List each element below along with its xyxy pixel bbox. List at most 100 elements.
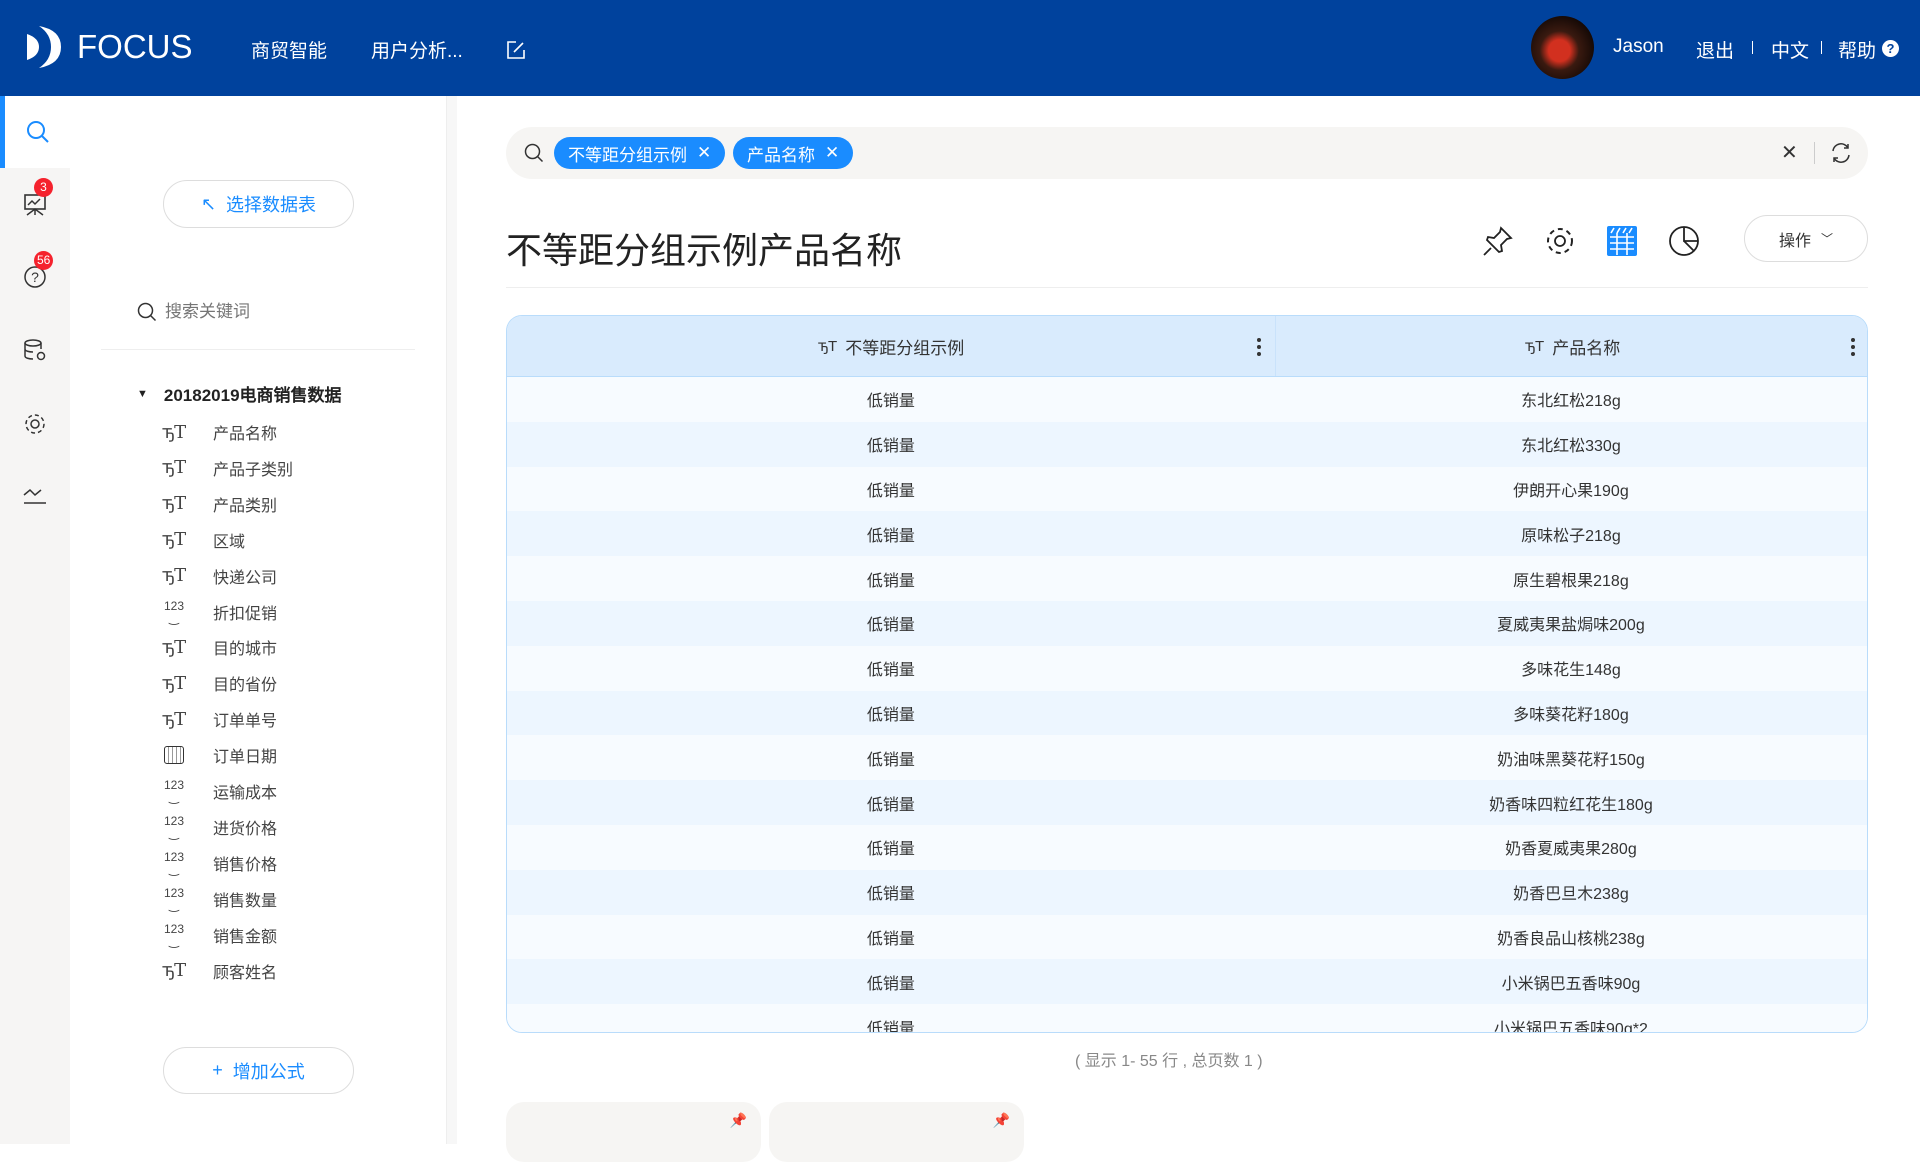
dataset-name: 20182019电商销售数据 xyxy=(163,386,342,405)
rail-settings[interactable] xyxy=(0,388,70,460)
field-name: 折扣促销 xyxy=(213,605,278,623)
field-item[interactable]: ꚋT 顾客姓名 xyxy=(162,953,277,989)
pie-chart-icon[interactable] xyxy=(1668,225,1700,257)
actions-dropdown[interactable]: 操作 ﹀ xyxy=(1744,215,1868,262)
keyword-search[interactable] xyxy=(137,302,365,322)
clear-search-icon[interactable]: ✕ xyxy=(1781,140,1798,165)
pinned-card[interactable]: 📌 xyxy=(769,1102,1024,1162)
table-view-icon[interactable] xyxy=(1606,225,1638,257)
table-cell: 奶香巴旦木238g xyxy=(1513,886,1629,904)
refresh-icon[interactable] xyxy=(1829,141,1853,165)
field-item[interactable]: ꚋT 区域 xyxy=(161,522,245,558)
rail-help[interactable]: ? 56 xyxy=(0,241,70,313)
pin-icon[interactable]: 📌 xyxy=(730,1112,747,1129)
field-item[interactable]: 123 ‿ 运输成本 xyxy=(163,773,277,809)
table-row[interactable]: 低销量 奶油味黑葵花籽150g xyxy=(507,735,1867,781)
table-row[interactable]: 低销量 东北红松330g xyxy=(507,421,1867,467)
pin-icon[interactable]: 📌 xyxy=(993,1112,1010,1129)
field-item[interactable]: 123 ‿ 销售价格 xyxy=(163,845,277,881)
logout-link[interactable]: 退出 xyxy=(1696,36,1734,63)
settings-icon[interactable] xyxy=(1544,225,1576,257)
field-item[interactable]: 123 ‿ 销售金额 xyxy=(163,917,277,953)
username[interactable]: Jason xyxy=(1613,36,1664,58)
focus-logo[interactable] xyxy=(25,24,63,70)
field-item[interactable]: ꚋT 产品子类别 xyxy=(162,450,293,486)
table-row[interactable]: 低销量 多味葵花籽180g xyxy=(507,690,1867,736)
rail-data-sources[interactable] xyxy=(0,314,70,386)
table-row[interactable]: 低销量 小米锅巴五香味90g*2 xyxy=(507,1004,1867,1033)
column-menu-icon[interactable] xyxy=(1257,338,1261,356)
field-item[interactable]: ꚋT 目的城市 xyxy=(162,629,278,665)
field-item[interactable]: ꚋT 快递公司 xyxy=(162,558,277,594)
text-type-icon: ꚋT xyxy=(161,672,187,694)
table-row[interactable]: 低销量 奶香夏威夷果280g xyxy=(507,824,1867,870)
tag-label: 不等距分组示例 xyxy=(568,145,687,165)
text-type-icon: ꚋT xyxy=(161,708,187,730)
field-name: 订单日期 xyxy=(213,749,278,767)
avatar[interactable] xyxy=(1531,16,1594,79)
search-tag[interactable]: 不等距分组示例 ✕ xyxy=(554,137,726,169)
search-icon xyxy=(524,143,544,163)
number-type-icon: 123 ‿ xyxy=(163,849,185,876)
help-icon[interactable]: ? xyxy=(1882,40,1899,57)
table-row[interactable]: 低销量 原生碧根果218g xyxy=(507,556,1867,601)
remove-tag-icon[interactable]: ✕ xyxy=(697,143,711,163)
rail-analytics[interactable] xyxy=(0,460,70,532)
panel-splitter[interactable] xyxy=(447,96,457,1144)
table-row[interactable]: 低销量 奶香味四粒红花生180g xyxy=(507,780,1867,825)
table-row[interactable]: 低销量 奶香良品山核桃238g xyxy=(507,914,1867,960)
table-row[interactable]: 低销量 夏威夷果盐焗味200g xyxy=(507,600,1867,646)
field-item[interactable]: 123 ‿ 销售数量 xyxy=(163,881,277,917)
field-item[interactable]: ꚋT 产品名称 xyxy=(162,414,278,450)
nav-user-analysis[interactable]: 用户分析... xyxy=(371,36,463,63)
pin-icon[interactable] xyxy=(1482,225,1514,257)
divider xyxy=(101,349,415,350)
field-item[interactable]: 123 ‿ 折扣促销 xyxy=(163,594,277,630)
chevron-down-icon: ﹀ xyxy=(1821,232,1834,246)
keyword-search-input[interactable] xyxy=(165,302,365,322)
field-item[interactable]: 123 ‿ 进货价格 xyxy=(163,809,277,845)
search-bar[interactable]: 不等距分组示例 ✕ 产品名称 ✕ ✕ xyxy=(506,127,1868,179)
table-cell: 低销量 xyxy=(866,617,915,635)
add-formula-label: 增加公式 xyxy=(232,1061,305,1082)
pagination-info: ( 显示 1- 55 行 , 总页数 1 ) xyxy=(1075,1053,1263,1070)
table-row[interactable]: 低销量 小米锅巴五香味90g xyxy=(507,959,1867,1005)
text-type-icon: ꚋT xyxy=(161,529,187,551)
search-tag[interactable]: 产品名称 ✕ xyxy=(733,137,854,169)
field-item[interactable]: ꚋT 目的省份 xyxy=(161,665,277,701)
help-link[interactable]: 帮助 xyxy=(1838,36,1876,63)
field-item[interactable]: ꚋT 产品类别 xyxy=(162,486,277,522)
table-cell: 低销量 xyxy=(866,1020,915,1033)
field-name: 产品名称 xyxy=(213,426,278,443)
table-cell: 低销量 xyxy=(866,706,915,724)
actions-label: 操作 xyxy=(1778,232,1811,250)
table-row[interactable]: 低销量 原味松子218g xyxy=(507,511,1867,557)
table-row[interactable]: 低销量 多味花生148g xyxy=(507,645,1867,691)
pinned-card[interactable]: 📌 xyxy=(506,1102,761,1162)
svg-text:?: ? xyxy=(31,269,39,285)
field-name: 目的城市 xyxy=(213,641,278,659)
field-item[interactable]: ꚋT 订单单号 xyxy=(161,701,278,737)
column-header[interactable]: ꚋT 不等距分组示例 xyxy=(507,316,1276,376)
add-formula-button[interactable]: + 增加公式 xyxy=(163,1047,354,1094)
select-table-button[interactable]: ↖ 选择数据表 xyxy=(163,180,354,228)
table-header: ꚋT 不等距分组示例 ꚋT 产品名称 xyxy=(507,316,1867,377)
field-item[interactable]: 订单日期 xyxy=(163,737,277,773)
table-row[interactable]: 低销量 东北红松218g xyxy=(507,377,1867,422)
table-row[interactable]: 低销量 伊朗开心果190g xyxy=(507,466,1867,512)
table-cell: 夏威夷果盐焗味200g xyxy=(1497,617,1645,635)
remove-tag-icon[interactable]: ✕ xyxy=(825,143,839,163)
column-header[interactable]: ꚋT 产品名称 xyxy=(1276,316,1867,376)
column-menu-icon[interactable] xyxy=(1851,338,1855,356)
table-cell: 低销量 xyxy=(866,393,915,411)
nav-business-intelligence[interactable]: 商贸智能 xyxy=(251,36,327,63)
rail-reports[interactable]: 3 xyxy=(0,168,70,240)
rail-search[interactable] xyxy=(0,96,70,168)
caret-down-icon: ▼ xyxy=(137,387,148,400)
edit-icon[interactable] xyxy=(506,40,526,60)
language-switch[interactable]: 中文 xyxy=(1771,36,1809,63)
dataset-node[interactable]: ▼ 20182019电商销售数据 xyxy=(137,381,342,406)
table-row[interactable]: 低销量 奶香巴旦木238g xyxy=(507,869,1867,915)
table-cell: 低销量 xyxy=(866,796,915,814)
field-name: 订单单号 xyxy=(213,713,278,731)
